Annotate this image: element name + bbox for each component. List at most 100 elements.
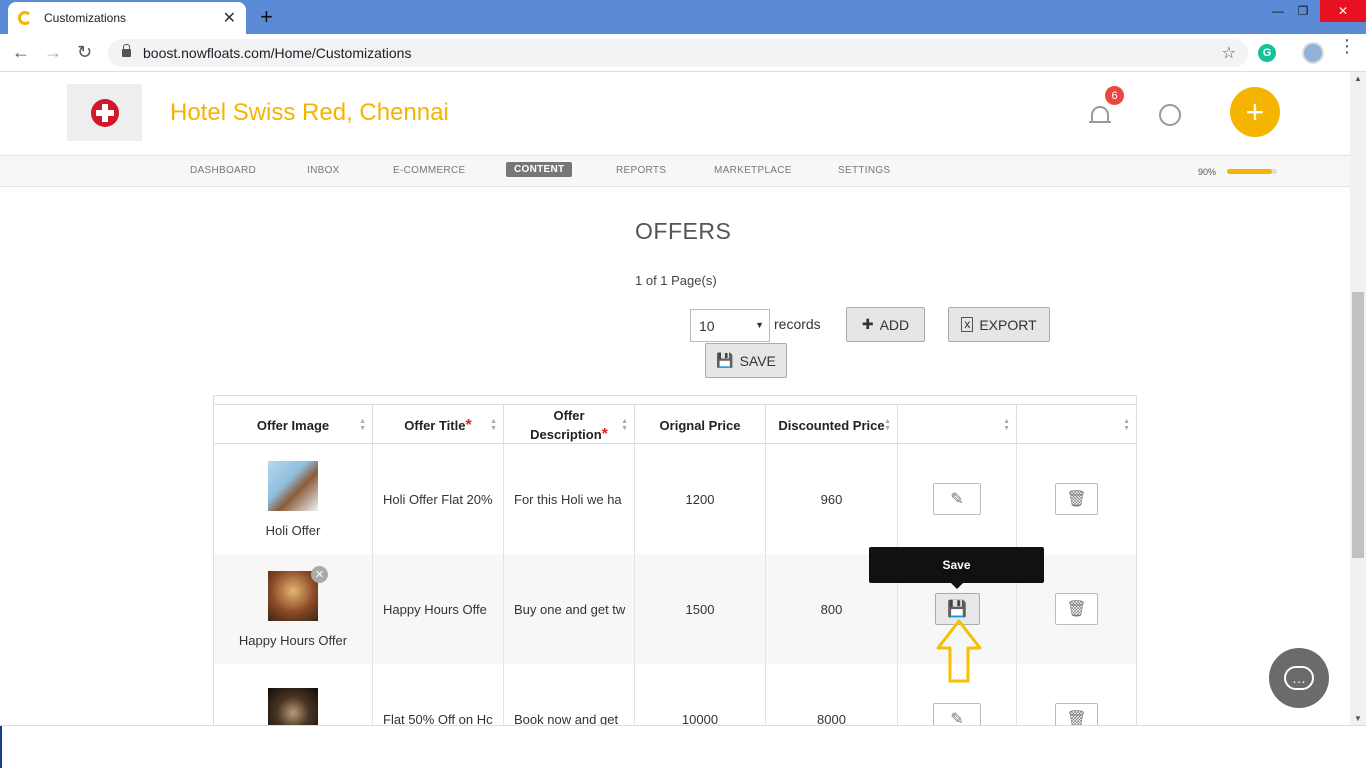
save-tooltip: Save xyxy=(869,547,1044,589)
taskbar-edge xyxy=(0,726,2,768)
window-close-icon[interactable]: ✕ xyxy=(1320,0,1366,22)
sort-icon: ▲ ▼ xyxy=(621,418,628,432)
edit-icon: ✎ xyxy=(950,491,964,508)
delete-button[interactable]: 🗑 xyxy=(1055,483,1098,515)
records-label: records xyxy=(774,316,821,332)
new-tab-button[interactable]: + xyxy=(260,4,273,30)
quick-add-button[interactable]: + xyxy=(1230,87,1280,137)
offer-image-cell xyxy=(214,664,373,725)
export-button[interactable]: x EXPORT xyxy=(948,307,1050,342)
offer-description-cell[interactable]: Book now and get xyxy=(504,664,635,725)
hotel-logo[interactable] xyxy=(67,84,142,141)
browser-tab[interactable]: Customizations ✕ xyxy=(8,2,246,34)
profile-progress-bar xyxy=(1227,169,1277,174)
menu-marketplace[interactable]: MARKETPLACE xyxy=(714,165,792,176)
grammarly-extension-icon[interactable]: G xyxy=(1258,44,1276,62)
edit-button[interactable]: ✎ xyxy=(933,703,981,725)
close-tab-icon[interactable]: ✕ xyxy=(223,8,236,28)
excel-file-icon: x xyxy=(961,317,974,332)
delete-button[interactable]: 🗑 xyxy=(1055,593,1098,625)
col-offer-image[interactable]: Offer Image ▲ ▼ xyxy=(214,405,373,445)
profile-progress-label: 90% xyxy=(1198,167,1217,177)
favicon-icon xyxy=(18,11,32,25)
scroll-down-icon[interactable]: ▼ xyxy=(1354,714,1362,723)
scroll-thumb[interactable] xyxy=(1352,292,1364,558)
offer-image-cell: Holi Offer xyxy=(214,444,373,554)
offer-title-cell[interactable]: Flat 50% Off on Hc xyxy=(373,664,504,725)
floppy-disk-icon: 💾 xyxy=(716,352,734,368)
back-icon[interactable]: ← xyxy=(12,42,30,63)
url-bar[interactable]: boost.nowfloats.com/Home/Customizations … xyxy=(108,39,1248,67)
edit-icon: ✎ xyxy=(950,711,964,725)
col-delete[interactable]: ▲ ▼ xyxy=(1017,405,1136,445)
add-button-label: ADD xyxy=(879,316,910,333)
remove-image-icon[interactable]: ✕ xyxy=(311,566,328,583)
menu-dashboard[interactable]: DASHBOARD xyxy=(190,165,256,176)
page-scrollbar[interactable]: ▲ ▼ xyxy=(1350,72,1366,725)
table-header: Offer Image ▲ ▼ Offer Title * ▲ ▼ Offer Des… xyxy=(214,404,1136,445)
offer-image[interactable] xyxy=(268,460,318,511)
sort-icon: ▲ ▼ xyxy=(884,418,891,432)
notification-bell-icon[interactable] xyxy=(1089,102,1111,128)
notification-badge: 6 xyxy=(1105,86,1124,105)
offer-title-cell[interactable]: Holi Offer Flat 20% xyxy=(373,444,504,554)
add-button[interactable]: ✚ ADD xyxy=(846,307,925,342)
support-headset-icon[interactable] xyxy=(1159,104,1181,126)
sort-icon: ▲ ▼ xyxy=(1123,418,1130,432)
url-text: boost.nowfloats.com/Home/Customizations xyxy=(143,45,412,61)
menu-ecommerce[interactable]: E-COMMERCE xyxy=(393,165,465,176)
page-count: 1 of 1 Page(s) xyxy=(635,273,717,288)
page-content: Hotel Swiss Red, Chennai 6 + DASHBOARD I… xyxy=(0,72,1350,725)
scroll-up-icon[interactable]: ▲ xyxy=(1354,74,1362,83)
export-button-label: EXPORT xyxy=(979,316,1037,333)
discounted-price-cell[interactable]: 8000 xyxy=(766,664,898,725)
save-button[interactable]: 💾 SAVE xyxy=(705,343,787,378)
delete-cell: 🗑 xyxy=(1017,444,1136,554)
page-title: OFFERS xyxy=(635,218,732,244)
delete-button[interactable]: 🗑 xyxy=(1055,703,1098,725)
offer-image-cell: Happy Hours Offer xyxy=(214,554,373,664)
chevron-down-icon: ▼ xyxy=(755,320,764,330)
forward-icon[interactable]: → xyxy=(44,42,62,63)
col-edit[interactable]: ▲ ▼ xyxy=(898,405,1017,445)
menu-content[interactable]: CONTENT xyxy=(506,162,573,177)
original-price-cell[interactable]: 1200 xyxy=(635,444,766,554)
original-price-cell[interactable]: 1500 xyxy=(635,554,766,664)
trash-icon: 🗑 xyxy=(1066,711,1087,725)
offer-title-cell[interactable]: Happy Hours Offe xyxy=(373,554,504,664)
browser-menu-icon[interactable]: ⋮ xyxy=(1338,37,1356,55)
lock-icon xyxy=(122,44,131,57)
col-offer-title[interactable]: Offer Title * ▲ ▼ xyxy=(373,405,504,445)
edit-button[interactable]: ✎ xyxy=(933,483,981,515)
table-row: Holi Offer Holi Offer Flat 20% For this … xyxy=(214,444,1136,554)
table-row: Flat 50% Off on Hc Book now and get 1000… xyxy=(214,664,1136,725)
trash-icon: 🗑 xyxy=(1066,601,1087,618)
reload-icon[interactable]: ↻ xyxy=(77,42,92,63)
col-offer-description[interactable]: Offer Description* ▲ ▼ xyxy=(504,405,635,445)
chat-button[interactable]: … xyxy=(1269,648,1329,708)
offer-image[interactable] xyxy=(268,688,318,725)
menu-inbox[interactable]: INBOX xyxy=(307,165,340,176)
plus-icon: ✚ xyxy=(861,316,874,332)
bookmark-star-icon[interactable]: ☆ xyxy=(1222,43,1236,63)
offer-image-label: Happy Hours Offer xyxy=(238,632,348,648)
taskbar xyxy=(0,725,1366,768)
offer-description-cell[interactable]: For this Holi we ha xyxy=(504,444,635,554)
trash-icon: 🗑 xyxy=(1066,491,1087,508)
address-bar: ← → ↻ boost.nowfloats.com/Home/Customiza… xyxy=(0,34,1366,72)
col-discounted-price[interactable]: Discounted Price ▲ ▼ xyxy=(766,405,898,445)
original-price-cell[interactable]: 10000 xyxy=(635,664,766,725)
discounted-price-cell[interactable]: 960 xyxy=(766,444,898,554)
sort-icon: ▲ ▼ xyxy=(359,418,366,432)
offer-description-cell[interactable]: Buy one and get tw xyxy=(504,554,635,664)
profile-avatar[interactable] xyxy=(1302,42,1324,64)
profile-progress-fill xyxy=(1227,169,1272,174)
page-size-select[interactable]: 10 ▼ xyxy=(690,309,770,342)
menu-settings[interactable]: SETTINGS xyxy=(838,165,890,176)
col-original-price[interactable]: Orignal Price xyxy=(635,405,766,445)
offer-image[interactable] xyxy=(268,570,318,621)
restore-icon[interactable]: ❐ xyxy=(1285,0,1321,22)
offer-image-label: Holi Offer xyxy=(265,522,321,538)
menu-reports[interactable]: REPORTS xyxy=(616,165,666,176)
sort-icon: ▲ ▼ xyxy=(1003,418,1010,432)
